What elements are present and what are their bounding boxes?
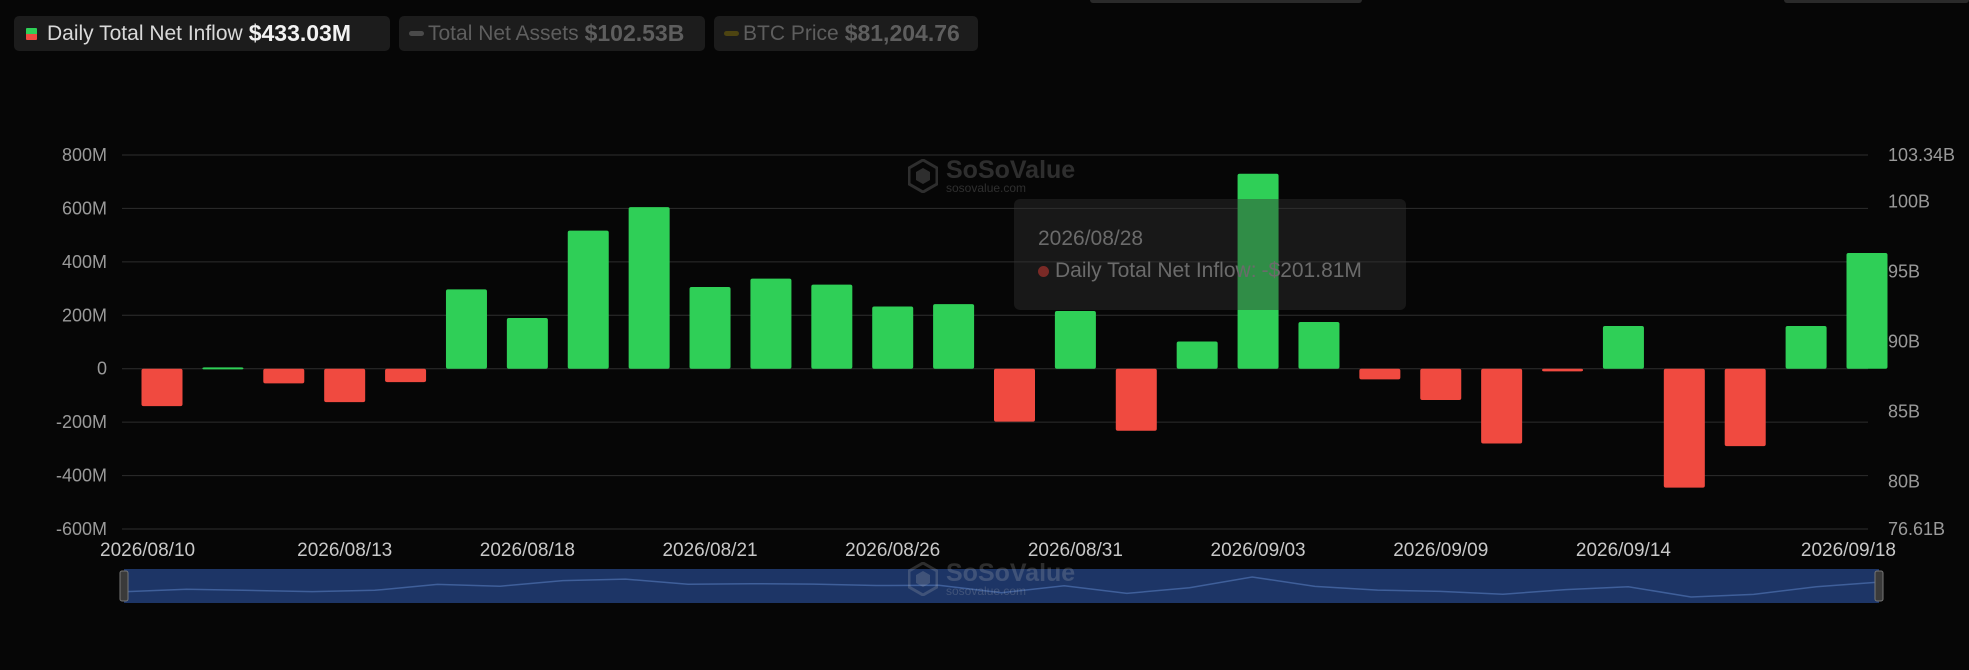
x-tick-label: 2026/08/13 bbox=[297, 540, 392, 561]
y-tick-left: -200M bbox=[56, 412, 107, 432]
tooltip-date: 2026/08/28 bbox=[1038, 227, 1144, 250]
bar[interactable] bbox=[1298, 321, 1340, 369]
bar[interactable] bbox=[567, 230, 609, 369]
bar[interactable] bbox=[1481, 368, 1523, 444]
bar[interactable] bbox=[689, 286, 731, 369]
bar[interactable] bbox=[1846, 253, 1888, 369]
y-tick-right: 100B bbox=[1888, 192, 1930, 212]
bar[interactable] bbox=[750, 278, 792, 369]
bar[interactable] bbox=[872, 306, 914, 369]
bar[interactable] bbox=[811, 284, 853, 369]
bar[interactable] bbox=[506, 317, 548, 369]
y-tick-left: 400M bbox=[62, 252, 107, 272]
bar[interactable] bbox=[1420, 368, 1462, 400]
x-tick-label: 2026/08/31 bbox=[1028, 540, 1123, 561]
y-tick-right: 76.61B bbox=[1888, 519, 1945, 539]
net-inflow-chart[interactable]: 800M 600M 400M 200M 0 -200M -400M -600M 103.34B 1… bbox=[0, 0, 1969, 670]
tooltip-value: -$201.81M bbox=[1261, 259, 1362, 282]
bar[interactable] bbox=[263, 368, 305, 384]
x-tick-label: 2026/09/09 bbox=[1393, 540, 1488, 561]
y-tick-left: 600M bbox=[62, 198, 107, 218]
x-tick-label: 2026/09/03 bbox=[1211, 540, 1306, 561]
y-tick-right: 85B bbox=[1888, 402, 1920, 422]
y-tick-left: 800M bbox=[62, 145, 107, 165]
x-tick-label: 2026/08/18 bbox=[480, 540, 575, 561]
y-tick-left: 0 bbox=[97, 359, 107, 379]
bar[interactable] bbox=[202, 367, 244, 370]
bar[interactable] bbox=[1602, 325, 1644, 369]
tooltip: 2026/08/28 Daily Total Net Inflow: -$201… bbox=[1014, 199, 1406, 310]
x-tick-label: 2026/08/10 bbox=[100, 540, 195, 561]
bar[interactable] bbox=[385, 368, 427, 383]
bar[interactable] bbox=[1724, 368, 1766, 447]
bar[interactable] bbox=[1785, 325, 1827, 369]
bar[interactable] bbox=[324, 368, 366, 403]
x-tick-label: 2026/09/14 bbox=[1576, 540, 1672, 561]
bar[interactable] bbox=[1115, 368, 1157, 431]
bar[interactable] bbox=[933, 304, 975, 369]
bar[interactable] bbox=[1176, 341, 1218, 369]
bar[interactable] bbox=[1054, 311, 1096, 369]
y-tick-right: 103.34B bbox=[1888, 145, 1955, 165]
zoom-handle-left[interactable] bbox=[119, 570, 129, 602]
x-tick-label: 2026/08/21 bbox=[662, 540, 757, 561]
bar[interactable] bbox=[994, 368, 1035, 422]
y-tick-left: -400M bbox=[56, 466, 107, 486]
bar[interactable] bbox=[1359, 368, 1401, 380]
x-tick-label: 2026/09/18 bbox=[1801, 540, 1896, 561]
bar[interactable] bbox=[1542, 368, 1584, 372]
y-tick-right: 80B bbox=[1888, 472, 1920, 492]
y-tick-left: 200M bbox=[62, 305, 107, 325]
zoom-slider-track[interactable] bbox=[124, 569, 1879, 603]
bar[interactable] bbox=[628, 207, 670, 369]
tooltip-series-label: Daily Total Net Inflow: bbox=[1055, 259, 1257, 282]
bar[interactable] bbox=[141, 368, 183, 407]
y-tick-right: 90B bbox=[1888, 332, 1920, 352]
x-tick-label: 2026/08/26 bbox=[845, 540, 940, 561]
bar[interactable] bbox=[445, 289, 487, 369]
bar[interactable] bbox=[1663, 368, 1705, 488]
y-tick-left: -600M bbox=[56, 519, 107, 539]
y-tick-right: 95B bbox=[1888, 262, 1920, 282]
zoom-handle-right[interactable] bbox=[1874, 570, 1884, 602]
tooltip-row: Daily Total Net Inflow: -$201.81M bbox=[1038, 259, 1406, 283]
tooltip-dot-icon bbox=[1038, 265, 1049, 277]
